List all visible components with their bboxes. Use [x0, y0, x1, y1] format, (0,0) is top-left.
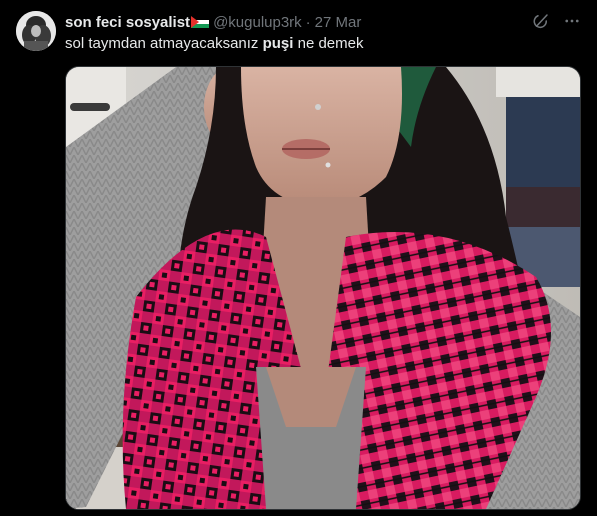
tweet-header: son feci sosyalist @kugulup3rk · 27 Mar — [65, 12, 361, 32]
tweet-text-part: ne demek — [293, 35, 364, 52]
more-options-button[interactable] — [561, 10, 583, 32]
avatar-image — [16, 11, 56, 51]
user-handle[interactable]: @kugulup3rk — [213, 14, 302, 31]
more-options-icon — [565, 19, 579, 23]
tweet-text: sol taymdan atmayacaksanız puşi ne demek — [65, 34, 363, 54]
tweet-text-bold: puşi — [262, 35, 294, 52]
tweet-card[interactable]: son feci sosyalist @kugulup3rk · 27 Mar — [0, 0, 597, 516]
timestamp[interactable]: 27 Mar — [315, 14, 362, 31]
photo-image — [66, 67, 580, 509]
grok-button[interactable] — [530, 10, 552, 32]
tweet-text-part: sol taymdan atmayacaksanız — [65, 35, 263, 52]
tweet-photo[interactable] — [65, 66, 581, 510]
separator-dot: · — [305, 13, 311, 31]
display-name[interactable]: son feci sosyalist — [65, 14, 190, 31]
palestine-flag-icon — [191, 16, 210, 28]
grok-icon — [533, 14, 548, 29]
avatar[interactable] — [16, 11, 56, 51]
tweet-actions — [521, 10, 583, 32]
